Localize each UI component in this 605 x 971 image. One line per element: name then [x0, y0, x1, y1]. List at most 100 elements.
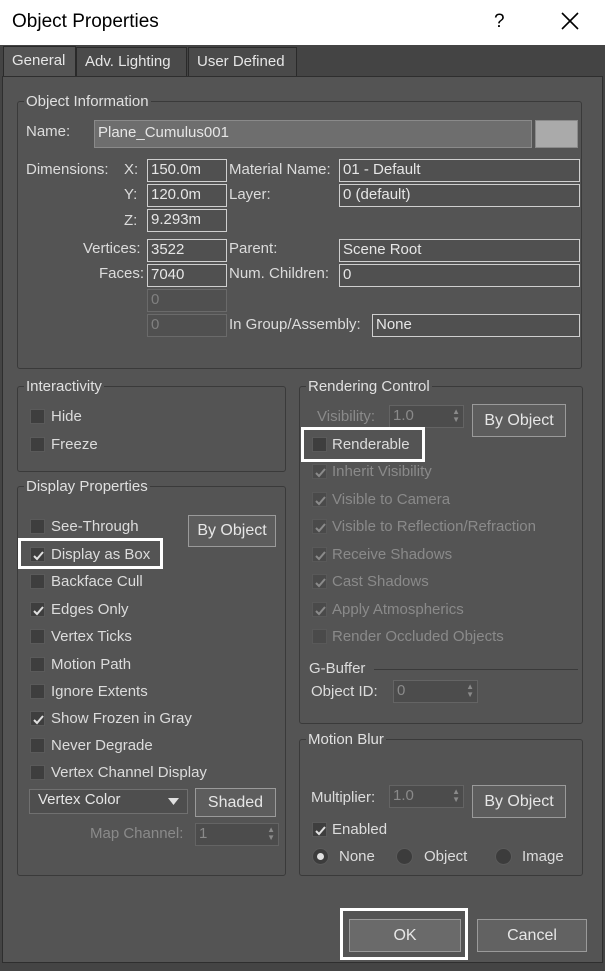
vertices-label: Vertices: [83, 240, 141, 257]
backface-cull-checkbox[interactable] [30, 574, 45, 589]
image-radio[interactable] [495, 848, 512, 865]
none-label: None [339, 848, 375, 865]
inherit-visibility-checkbox [312, 464, 327, 479]
motion-path-checkbox[interactable] [30, 657, 45, 672]
cast-shadows-checkbox [312, 574, 327, 589]
tab-adv-lighting[interactable]: Adv. Lighting [76, 47, 187, 76]
cancel-button[interactable]: Cancel [477, 919, 587, 952]
never-degrade-checkbox[interactable] [30, 738, 45, 753]
faces-label: Faces: [99, 265, 145, 282]
vertices-field: 3522 [147, 239, 227, 262]
see-through-checkbox[interactable] [30, 519, 45, 534]
parent-label: Parent: [229, 240, 278, 257]
interactivity-group [17, 386, 286, 472]
checkmark-icon [33, 715, 44, 725]
show-frozen-in-gray-checkbox[interactable] [30, 711, 45, 726]
display-as-box-highlight [18, 538, 163, 569]
visibility-spinner[interactable]: 1.0 ▲ ▼ [389, 405, 464, 428]
visible-to-camera-label: Visible to Camera [332, 491, 451, 508]
dimension-x-field: 150.0m [147, 159, 227, 182]
vertex-ticks-checkbox[interactable] [30, 629, 45, 644]
inherit-visibility-label: Inherit Visibility [332, 463, 432, 480]
checkmark-icon [315, 606, 326, 616]
checkmark-icon [315, 826, 326, 836]
checkmark-icon [315, 551, 326, 561]
extra-field-1: 0 [147, 289, 227, 312]
object-radio[interactable] [396, 848, 413, 865]
object-color-swatch[interactable] [535, 120, 578, 148]
map-channel-label: Map Channel: [90, 825, 184, 842]
close-icon[interactable] [558, 9, 582, 33]
apply-atmospherics-label: Apply Atmospherics [332, 601, 464, 618]
object-id-label: Object ID: [311, 683, 378, 700]
motion-blur-title: Motion Blur [306, 731, 386, 748]
hide-checkbox[interactable] [30, 409, 45, 424]
title-bar: Object Properties ? [0, 0, 605, 45]
hide-label: Hide [51, 408, 82, 425]
never-degrade-label: Never Degrade [51, 737, 153, 754]
interactivity-title: Interactivity [24, 378, 104, 395]
object-information-title: Object Information [24, 93, 151, 110]
ignore-extents-checkbox[interactable] [30, 684, 45, 699]
ignore-extents-label: Ignore Extents [51, 683, 148, 700]
tab-user-defined[interactable]: User Defined [188, 47, 297, 76]
dimension-z-field: 9.293m [147, 209, 227, 232]
backface-cull-label: Backface Cull [51, 573, 143, 590]
tab-general[interactable]: General [3, 46, 76, 77]
visible-to-reflection-refraction-label: Visible to Reflection/Refraction [332, 518, 536, 535]
g-buffer-divider [374, 669, 578, 670]
material-name-field: 01 - Default [339, 159, 580, 182]
vertex-channel-display-checkbox[interactable] [30, 765, 45, 780]
receive-shadows-checkbox [312, 547, 327, 562]
motion-blur-by-object-button[interactable]: By Object [472, 785, 566, 818]
help-button[interactable]: ? [494, 11, 505, 33]
renderable-highlight [301, 427, 425, 462]
parent-field: Scene Root [339, 239, 580, 262]
rendering-control-title: Rendering Control [306, 378, 432, 395]
edges-only-checkbox[interactable] [30, 602, 45, 617]
none-radio[interactable] [312, 848, 329, 865]
in-group-field: None [372, 314, 580, 337]
image-label: Image [522, 848, 564, 865]
checkmark-icon [315, 468, 326, 478]
layer-label: Layer: [229, 186, 271, 203]
visibility-value: 1.0 [393, 407, 414, 424]
layer-field: 0 (default) [339, 184, 580, 207]
map-channel-value: 1 [199, 825, 208, 842]
object-label: Object [424, 848, 468, 865]
vertex-color-value: Vertex Color [38, 791, 121, 808]
y-label: Y: [124, 186, 138, 203]
enabled-checkbox[interactable] [312, 822, 327, 837]
name-field[interactable]: Plane_Cumulus001 [94, 120, 532, 148]
chevron-down-icon [168, 794, 179, 811]
freeze-checkbox[interactable] [30, 437, 45, 452]
dimension-y-field: 120.0m [147, 184, 227, 207]
multiplier-spinner[interactable]: 1.0 ▲ ▼ [389, 785, 464, 808]
object-id-value: 0 [397, 682, 406, 699]
see-through-label: See-Through [51, 518, 139, 535]
render-occluded-objects-checkbox [312, 629, 327, 644]
material-name-label: Material Name: [229, 161, 331, 178]
z-label: Z: [124, 212, 138, 229]
window-title: Object Properties [12, 11, 159, 32]
spinner-arrows-icon: ▲ ▼ [452, 787, 460, 804]
visible-to-camera-checkbox [312, 492, 327, 507]
display-by-object-button[interactable]: By Object [188, 515, 276, 547]
visibility-label: Visibility: [317, 408, 376, 425]
edges-only-label: Edges Only [51, 601, 129, 618]
object-id-spinner[interactable]: 0 ▲ ▼ [393, 680, 478, 703]
num-children-label: Num. Children: [229, 265, 330, 282]
vertex-color-dropdown[interactable]: Vertex Color [29, 789, 188, 814]
spinner-arrows-icon: ▲ ▼ [267, 825, 275, 842]
dimensions-label: Dimensions: [26, 161, 109, 178]
in-group-label: In Group/Assembly: [229, 316, 361, 333]
apply-atmospherics-checkbox [312, 602, 327, 617]
map-channel-spinner[interactable]: 1 ▲ ▼ [195, 823, 279, 846]
cast-shadows-label: Cast Shadows [332, 573, 429, 590]
shaded-button[interactable]: Shaded [195, 788, 276, 817]
extra-field-2: 0 [147, 314, 227, 337]
rendering-by-object-button[interactable]: By Object [472, 404, 566, 437]
enabled-label: Enabled [332, 821, 388, 838]
ok-highlight [340, 908, 468, 960]
receive-shadows-label: Receive Shadows [332, 546, 453, 563]
